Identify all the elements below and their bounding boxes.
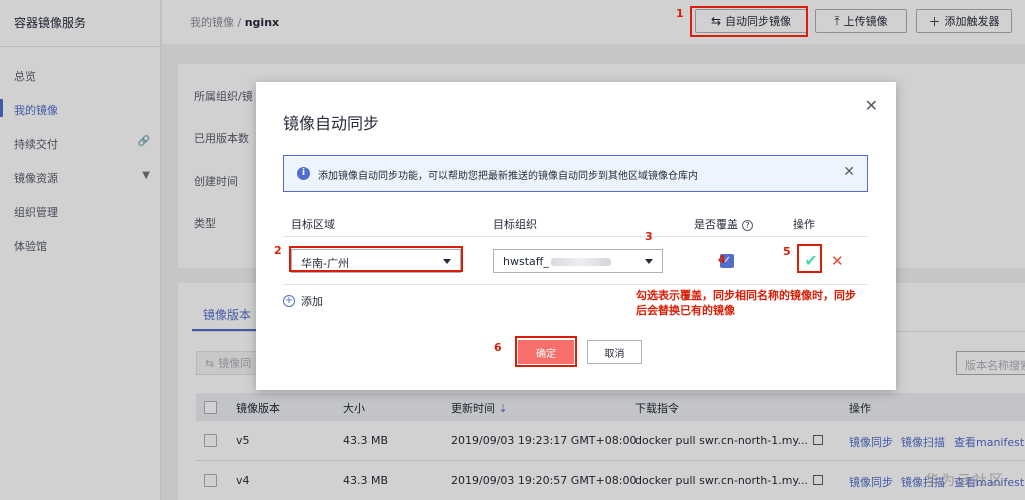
add-rule-label: 添加 <box>301 295 323 308</box>
close-icon[interactable]: ✕ <box>843 164 855 180</box>
auto-sync-dialog: 镜像自动同步 ✕ i 添加镜像自动同步功能，可以帮助您把最新推送的镜像自动同步到… <box>256 82 896 390</box>
annotation-box-confirm-row <box>797 244 822 273</box>
info-text: 添加镜像自动同步功能，可以帮助您把最新推送的镜像自动同步到其他区域镜像仓库内 <box>318 171 698 182</box>
col-overwrite: 是否覆盖? <box>694 216 753 232</box>
col-target-region: 目标区域 <box>291 218 335 231</box>
annotation-box-auto-sync <box>690 6 808 37</box>
cancel-row-icon[interactable]: ✕ <box>831 252 844 270</box>
plus-circle-icon: + <box>283 295 295 307</box>
info-banner: i 添加镜像自动同步功能，可以帮助您把最新推送的镜像自动同步到其他区域镜像仓库内… <box>283 155 868 192</box>
annotation-marker-3: 3 <box>645 230 653 243</box>
redacted-text <box>550 258 611 266</box>
annotation-box-region <box>289 246 463 272</box>
close-icon[interactable]: ✕ <box>865 96 878 115</box>
watermark: 华为云社区 <box>925 473 1005 489</box>
sync-table-header: 目标区域 目标组织 是否覆盖? 操作 <box>283 209 868 237</box>
org-value: hwstaff_ <box>503 255 549 268</box>
cancel-button[interactable]: 取消 <box>587 340 642 364</box>
help-icon[interactable]: ? <box>742 220 753 231</box>
annotation-marker-1: 1 <box>676 7 684 20</box>
annotation-marker-6: 6 <box>494 341 502 354</box>
col-operation: 操作 <box>793 218 815 231</box>
annotation-marker-2: 2 <box>274 244 282 257</box>
annotation-marker-5: 5 <box>783 245 791 258</box>
annotation-box-confirm <box>515 336 577 367</box>
info-icon: i <box>297 167 310 180</box>
col-target-org: 目标组织 <box>493 218 537 231</box>
col-overwrite-label: 是否覆盖 <box>694 218 738 231</box>
chevron-down-icon <box>645 259 653 264</box>
dialog-title: 镜像自动同步 <box>283 114 380 133</box>
annotation-marker-4: 4 <box>718 253 726 266</box>
add-rule-button[interactable]: + 添加 <box>283 293 323 309</box>
annotation-note: 勾选表示覆盖，同步相同名称的镜像时，同步后会替换已有的镜像 <box>636 289 856 317</box>
target-org-select[interactable]: hwstaff_ <box>493 249 663 273</box>
